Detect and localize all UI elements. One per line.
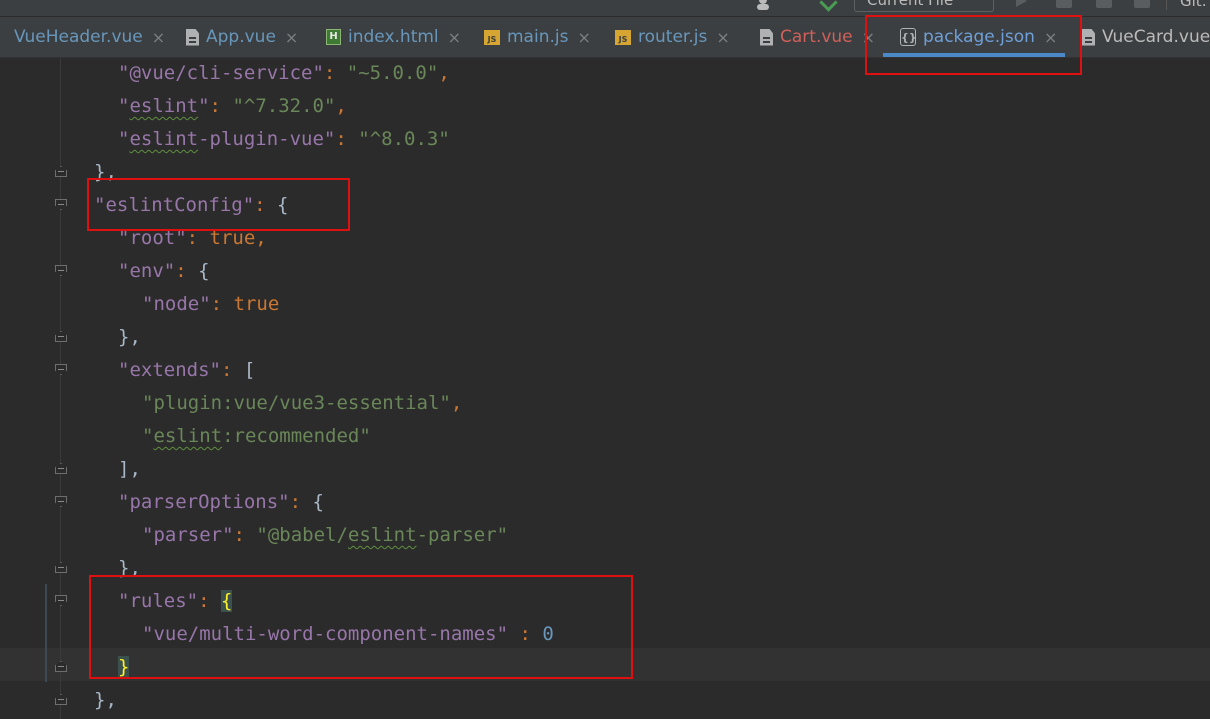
editor-tab-bar: VueHeader.vue × App.vue × H index.html ×… [0,17,1210,58]
json-key: "node" [142,293,211,315]
code-line: ], [118,458,141,480]
tab-index-html[interactable]: H index.html × [326,17,461,57]
json-key: "parser" [142,524,234,546]
tab-label: VueCard.vue [1102,27,1210,47]
current-line-highlight [0,648,1210,681]
tab-app-vue[interactable]: App.vue × [186,17,298,57]
code-line: "@vue/cli-service": "~5.0.0", [118,62,450,84]
spellcheck-word: eslint [129,95,199,117]
toolbar-divider [1166,0,1167,10]
close-icon[interactable]: × [716,28,729,47]
matched-brace: { [220,590,233,612]
fold-end-icon[interactable] [55,331,67,342]
close-icon[interactable]: × [862,28,875,47]
fold-end-icon[interactable] [55,166,67,177]
code-line: "extends": [ [118,359,256,381]
code-line: } [118,651,130,684]
code-line: "vue/multi-word-component-names" : 0 [142,623,554,645]
vue-file-icon [760,28,773,46]
matched-brace: } [118,656,130,678]
tab-router-js[interactable]: JS router.js × [615,17,730,57]
code-line: }, [118,326,141,348]
code-line: "parser": "@babel/eslint-parser" [142,524,509,546]
json-key: "eslintConfig" [94,194,255,216]
tab-vueheader-vue[interactable]: VueHeader.vue × [0,17,165,57]
run-icon[interactable] [1016,0,1027,7]
user-icon[interactable] [755,0,771,10]
code-line: "root": true, [118,227,267,249]
tab-label: index.html [348,27,439,47]
stop-icon[interactable] [1134,0,1150,8]
json-file-icon: {} [900,28,917,46]
code-line: }, [118,557,141,579]
json-keyword: true [233,293,280,315]
close-icon[interactable]: × [285,28,298,47]
json-key: "env" [118,260,176,282]
code-line: }, [94,689,117,711]
spellcheck-word: eslint [129,128,199,150]
code-line: "node": true [142,293,280,315]
tab-label: App.vue [206,27,276,47]
build-hammer-icon[interactable] [819,0,838,12]
js-file-icon: JS [484,29,500,45]
close-icon[interactable]: × [448,28,461,47]
fold-start-icon[interactable] [55,496,67,507]
fold-end-icon[interactable] [55,463,67,474]
active-tab-indicator [883,53,1065,57]
close-icon[interactable]: × [152,28,165,47]
code-editor[interactable]: "@vue/cli-service": "~5.0.0", "eslint": … [0,58,1210,719]
json-number: 0 [542,623,554,645]
json-string: "^8.0.3" [358,128,450,150]
close-icon[interactable]: × [577,28,590,47]
vue-file-icon [186,28,199,46]
fold-start-icon[interactable] [55,265,67,276]
code-line: "eslint-plugin-vue": "^8.0.3" [118,128,450,150]
tab-label: package.json [923,27,1035,47]
tab-package-json[interactable]: {} package.json × [900,17,1057,57]
vue-file-icon [1082,28,1095,46]
fold-start-icon[interactable] [55,199,67,210]
spellcheck-word: eslint [153,425,223,447]
json-key: "vue/multi-word-component-names" [142,623,509,645]
spellcheck-word: eslint [347,524,417,546]
js-file-icon: JS [615,29,631,45]
fold-end-icon[interactable] [55,694,67,705]
tab-label: router.js [638,27,708,47]
json-string: "^7.32.0" [232,95,336,117]
fold-end-icon[interactable] [55,562,67,573]
code-line: "plugin:vue/vue3-essential", [142,392,463,414]
code-line: "eslintConfig": { [94,194,289,216]
json-string: "plugin:vue/vue3-essential" [142,392,451,414]
tab-main-js[interactable]: JS main.js × [484,17,591,57]
main-toolbar: Current File Git: [0,0,1210,16]
json-key: "rules" [118,590,199,612]
code-line: "env": { [118,260,210,282]
json-key: "extends" [118,359,221,381]
json-key: "parserOptions" [118,491,290,513]
debug-icon[interactable] [1056,0,1072,8]
tab-cart-vue[interactable]: Cart.vue × [760,17,875,57]
tab-label: Cart.vue [780,27,853,47]
gutter-separator [60,58,61,719]
fold-start-icon[interactable] [55,595,67,606]
json-key: "@vue/cli-service" [118,62,324,84]
code-line: "eslint:recommended" [142,425,371,447]
scope-indicator [45,584,47,682]
close-icon[interactable]: × [1044,28,1057,47]
git-label[interactable]: Git: [1180,0,1207,10]
code-line: "eslint": "^7.32.0", [118,95,347,117]
run-config-selector[interactable]: Current File [854,0,994,12]
code-line: "rules": { [118,590,233,612]
fold-start-icon[interactable] [55,364,67,375]
json-string: "~5.0.0" [346,62,439,84]
json-keyword: true [209,227,256,249]
coverage-icon[interactable] [1096,0,1112,8]
html-file-icon: H [326,29,341,45]
tab-label: VueHeader.vue [14,27,143,47]
json-key: "root" [118,227,187,249]
code-line: }, [94,161,117,183]
tab-vuecard-vue[interactable]: VueCard.vue [1082,17,1210,57]
tab-label: main.js [507,27,569,47]
code-line: "parserOptions": { [118,491,324,513]
